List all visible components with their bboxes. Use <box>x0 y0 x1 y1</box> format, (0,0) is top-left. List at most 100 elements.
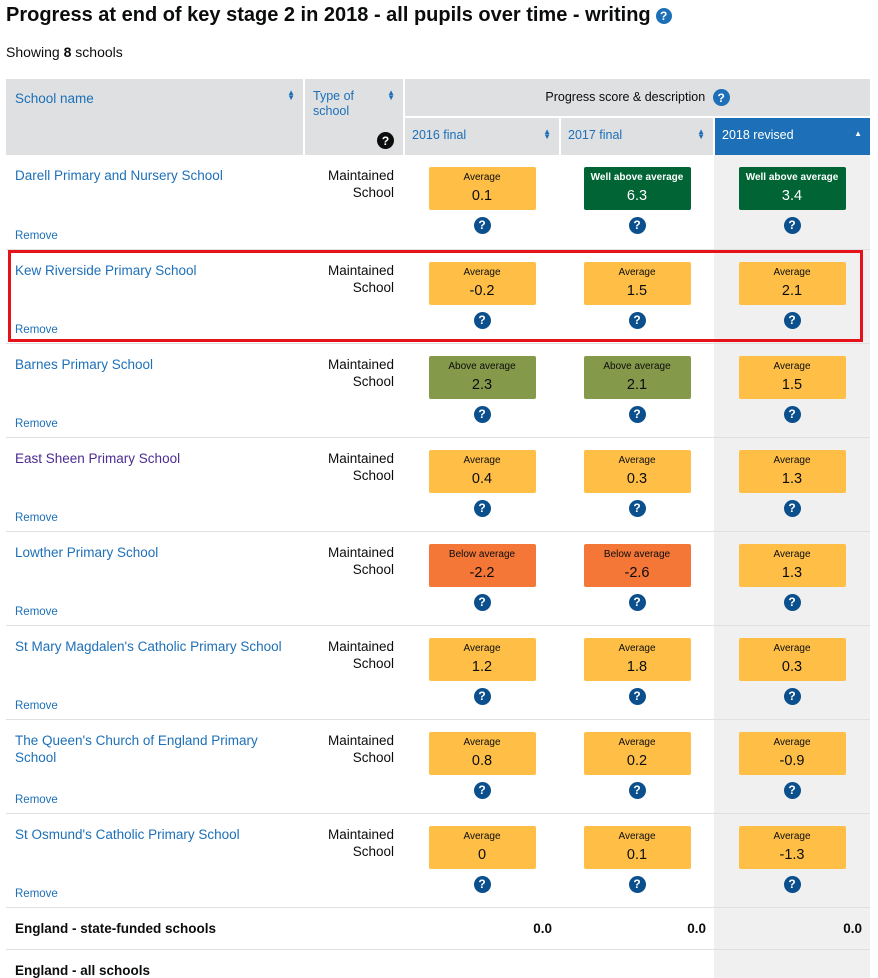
help-icon[interactable]: ? <box>473 499 491 517</box>
help-icon[interactable]: ? <box>628 499 646 517</box>
score-cell: Average -1.3? <box>714 813 871 908</box>
remove-link[interactable]: Remove <box>15 418 58 430</box>
table-row: Kew Riverside Primary School Remove Mainta… <box>6 249 871 344</box>
progress-description: Average <box>463 642 501 654</box>
school-name-cell: Lowther Primary School Remove <box>6 531 304 626</box>
score-cell: Well above average 3.4? <box>714 155 871 250</box>
school-name-cell: St Mary Magdalen's Catholic Primary Scho… <box>6 625 304 720</box>
table-row: Darell Primary and Nursery School Remove M… <box>6 155 871 250</box>
score-cell: Above average 2.3? <box>404 343 560 438</box>
score-cell: Average 0.3? <box>714 625 871 720</box>
help-icon[interactable]: ? <box>473 687 491 705</box>
remove-link[interactable]: Remove <box>15 324 58 336</box>
help-icon[interactable]: ? <box>783 499 801 517</box>
column-header-2016-final[interactable]: 2016 final ▲ ▼ <box>404 116 561 155</box>
school-link[interactable]: St Osmund's Catholic Primary School <box>15 826 295 843</box>
progress-description: Above average <box>448 360 516 372</box>
progress-score: 0 <box>477 846 487 863</box>
help-icon[interactable]: ? <box>783 593 801 611</box>
help-icon[interactable]: ? <box>628 311 646 329</box>
help-icon[interactable]: ? <box>783 311 801 329</box>
progress-description: Average <box>773 830 811 842</box>
help-icon[interactable]: ? <box>628 875 646 893</box>
help-icon[interactable]: ? <box>473 405 491 423</box>
progress-score: 1.8 <box>626 658 648 675</box>
page-title: Progress at end of key stage 2 in 2018 -… <box>6 4 672 27</box>
remove-link[interactable]: Remove <box>15 230 58 242</box>
sort-ascending-icon[interactable]: ▲ <box>854 130 862 138</box>
progress-description: Average <box>463 830 501 842</box>
school-link[interactable]: Kew Riverside Primary School <box>15 262 295 279</box>
progress-badge: Above average 2.3 <box>428 355 536 399</box>
help-icon[interactable]: ? <box>783 217 801 234</box>
remove-link[interactable]: Remove <box>15 700 58 712</box>
school-type-cell: Maintained School <box>304 249 404 344</box>
progress-badge: Average -0.2 <box>428 261 536 305</box>
score-cell: Below average -2.2? <box>404 531 560 626</box>
progress-score: 0.3 <box>626 470 648 487</box>
help-icon[interactable]: ? <box>628 781 646 799</box>
summary-label: England - state-funded schools <box>6 907 404 950</box>
help-icon[interactable]: ? <box>783 405 801 423</box>
sort-arrows-icon[interactable]: ▲ ▼ <box>387 89 395 102</box>
help-icon[interactable]: ? <box>628 405 646 423</box>
help-icon[interactable]: ? <box>473 781 491 799</box>
school-link[interactable]: Darell Primary and Nursery School <box>15 167 295 184</box>
help-icon[interactable]: ? <box>783 781 801 799</box>
score-cell: Average 0.2? <box>560 719 714 814</box>
help-icon[interactable]: ? <box>783 687 801 705</box>
school-name-cell: Darell Primary and Nursery School Remove <box>6 155 304 250</box>
help-icon[interactable]: ? <box>377 132 394 149</box>
column-header-type-of-school[interactable]: Type of school ▲ ▼ ? <box>304 79 405 155</box>
school-type-cell: Maintained School <box>304 437 404 532</box>
year-header-label: 2018 revised <box>722 128 794 142</box>
school-link[interactable]: Lowther Primary School <box>15 544 295 561</box>
column-header-school-name[interactable]: School name ▲ ▼ <box>6 79 305 155</box>
school-link[interactable]: The Queen's Church of England Primary Sc… <box>15 732 295 766</box>
type-header-label: Type of school <box>313 89 354 118</box>
help-icon[interactable]: ? <box>628 217 646 234</box>
help-icon[interactable]: ? <box>712 89 730 106</box>
sort-arrows-icon[interactable]: ▲ ▼ <box>287 89 295 102</box>
progress-badge: Above average 2.1 <box>583 355 691 399</box>
summary-value <box>560 949 714 978</box>
help-icon[interactable]: ? <box>655 7 672 24</box>
progress-badge: Average 2.1 <box>738 261 846 305</box>
progress-badge: Average 0.3 <box>583 449 691 493</box>
remove-link[interactable]: Remove <box>15 606 58 618</box>
help-icon[interactable]: ? <box>628 593 646 611</box>
school-link[interactable]: Barnes Primary School <box>15 356 295 373</box>
school-link[interactable]: St Mary Magdalen's Catholic Primary Scho… <box>15 638 295 655</box>
remove-link[interactable]: Remove <box>15 512 58 524</box>
score-cell: Average 1.3? <box>714 437 871 532</box>
help-icon[interactable]: ? <box>628 687 646 705</box>
sort-arrows-icon[interactable]: ▲ ▼ <box>697 128 705 141</box>
column-header-2017-final[interactable]: 2017 final ▲ ▼ <box>560 116 715 155</box>
progress-badge: Average 0 <box>428 825 536 869</box>
summary-value <box>714 949 871 978</box>
progress-score: 2.1 <box>626 376 648 393</box>
summary-value: 0.0 <box>714 907 871 950</box>
help-icon[interactable]: ? <box>783 875 801 893</box>
table-row: St Osmund's Catholic Primary School Remov… <box>6 813 871 908</box>
progress-badge: Average 0.4 <box>428 449 536 493</box>
help-icon[interactable]: ? <box>473 217 491 234</box>
school-type-cell: Maintained School <box>304 343 404 438</box>
progress-score: 3.4 <box>781 188 803 204</box>
remove-link[interactable]: Remove <box>15 794 58 806</box>
school-type-cell: Maintained School <box>304 155 404 250</box>
sort-arrows-icon[interactable]: ▲ ▼ <box>543 128 551 141</box>
help-icon[interactable]: ? <box>473 875 491 893</box>
school-link[interactable]: East Sheen Primary School <box>15 450 295 467</box>
score-cell: Average 0.1? <box>404 155 560 250</box>
table-row: East Sheen Primary School Remove Maintaine… <box>6 437 871 532</box>
progress-score: 1.3 <box>781 470 803 487</box>
help-icon[interactable]: ? <box>473 593 491 611</box>
score-cell: Average 1.5? <box>560 249 714 344</box>
help-icon[interactable]: ? <box>473 311 491 329</box>
remove-link[interactable]: Remove <box>15 888 58 900</box>
column-header-2018-revised[interactable]: 2018 revised ▲ <box>714 116 871 155</box>
results-count: Showing 8 schools <box>6 44 123 60</box>
school-name-cell: Kew Riverside Primary School Remove <box>6 249 304 344</box>
school-type: Maintained School <box>327 450 394 483</box>
